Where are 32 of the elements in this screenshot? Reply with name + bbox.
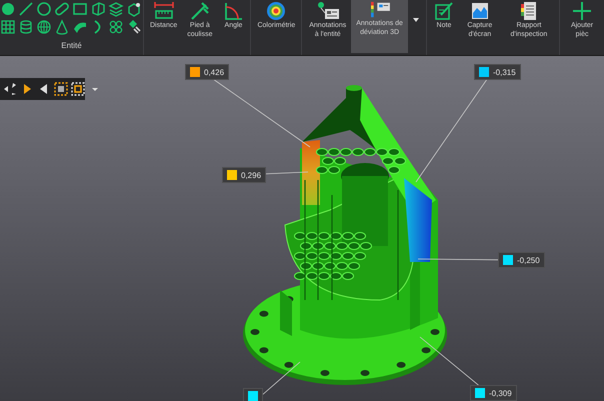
deviation-label: -0,250	[498, 252, 545, 268]
cube-icon[interactable]	[90, 1, 106, 17]
circle-icon[interactable]	[36, 1, 52, 17]
dashed-select-icon[interactable]	[54, 82, 68, 96]
caret-icon	[412, 17, 420, 23]
slot-icon[interactable]	[54, 1, 70, 17]
move-arrows-icon[interactable]	[3, 82, 17, 96]
color-target-icon	[265, 1, 288, 21]
cylinder-icon[interactable]	[18, 19, 34, 35]
deviation-label: 0,296	[222, 167, 266, 183]
deviation-label: -0,315	[474, 64, 521, 80]
layers-icon[interactable]	[108, 1, 124, 17]
deviation-label: 0,426	[185, 64, 230, 80]
plus-icon	[571, 1, 594, 21]
ruler-icon	[152, 1, 175, 21]
globe-icon[interactable]	[36, 19, 52, 35]
cone-icon[interactable]	[54, 19, 70, 35]
cube-point-icon[interactable]	[126, 1, 142, 17]
circles-icon[interactable]	[108, 19, 124, 35]
note-pencil-icon	[432, 1, 455, 21]
leader-line	[260, 362, 300, 396]
grid-icon[interactable]	[0, 19, 16, 35]
group-label: Entité	[61, 41, 82, 50]
dashed-target-icon[interactable]	[71, 82, 85, 96]
rectangle-icon[interactable]	[72, 1, 88, 17]
caliper-icon	[188, 1, 211, 21]
deviation-label: -0,309	[470, 385, 517, 401]
line-icon[interactable]	[18, 1, 34, 17]
deviation-card-icon	[368, 1, 391, 19]
angle-icon	[222, 1, 244, 21]
annotation-card-icon	[316, 1, 340, 21]
sphere-icon[interactable]	[0, 1, 16, 17]
